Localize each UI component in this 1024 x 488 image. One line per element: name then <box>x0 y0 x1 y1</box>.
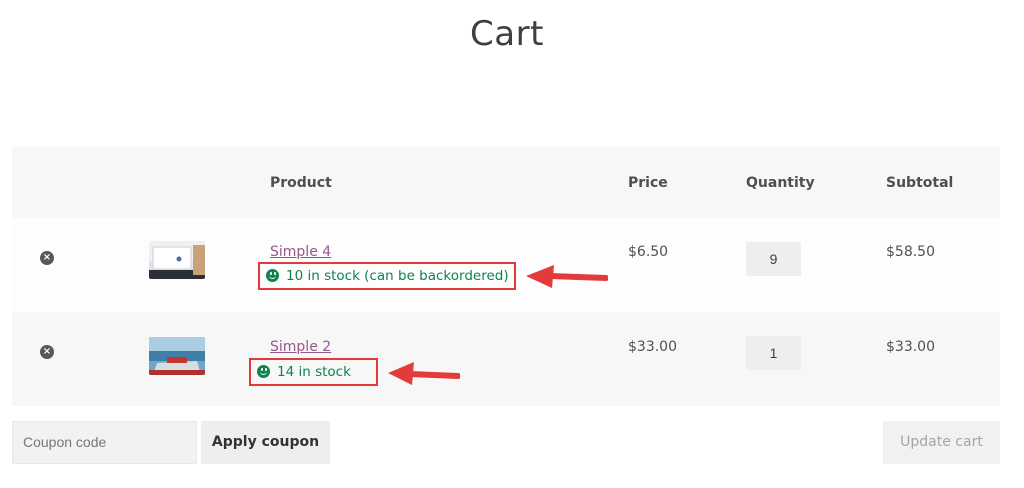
cart-actions: Coupon code Apply coupon Update cart <box>12 421 1000 465</box>
quantity-input[interactable]: 1 <box>746 336 801 370</box>
table-header: Product Price Quantity Subtotal <box>12 147 1000 218</box>
stock-text: 14 in stock <box>277 364 351 380</box>
smiley-icon <box>257 365 270 378</box>
quantity-input[interactable]: 9 <box>746 242 801 276</box>
product-thumbnail[interactable] <box>149 241 205 279</box>
stock-status: 10 in stock (can be backordered) <box>258 262 516 290</box>
remove-item-icon[interactable]: × <box>40 251 54 265</box>
header-quantity: Quantity <box>746 175 815 191</box>
product-thumbnail[interactable] <box>149 337 205 375</box>
item-subtotal: $33.00 <box>886 339 935 355</box>
update-cart-button[interactable]: Update cart <box>883 421 1000 464</box>
product-link[interactable]: Simple 2 <box>270 339 331 355</box>
remove-item-icon[interactable]: × <box>40 345 54 359</box>
table-row: × Simple 2 14 in stock $33.00 1 $33.00 <box>12 312 1000 406</box>
item-price: $33.00 <box>628 339 677 355</box>
header-product: Product <box>270 175 332 191</box>
header-subtotal: Subtotal <box>886 175 954 191</box>
product-link[interactable]: Simple 4 <box>270 244 331 260</box>
page-title: Cart <box>470 14 544 54</box>
arrow-left-icon <box>526 265 608 288</box>
header-price: Price <box>628 175 668 191</box>
smiley-icon <box>266 269 279 282</box>
table-row: × Simple 4 10 in stock (can be backorder… <box>12 218 1000 312</box>
cart-table: Product Price Quantity Subtotal × Simple… <box>12 147 1000 406</box>
item-subtotal: $58.50 <box>886 244 935 260</box>
coupon-code-input[interactable]: Coupon code <box>12 421 197 464</box>
arrow-left-icon <box>388 362 460 385</box>
stock-status: 14 in stock <box>249 358 378 386</box>
apply-coupon-button[interactable]: Apply coupon <box>201 421 330 464</box>
item-price: $6.50 <box>628 244 669 260</box>
stock-text: 10 in stock (can be backordered) <box>286 268 509 284</box>
